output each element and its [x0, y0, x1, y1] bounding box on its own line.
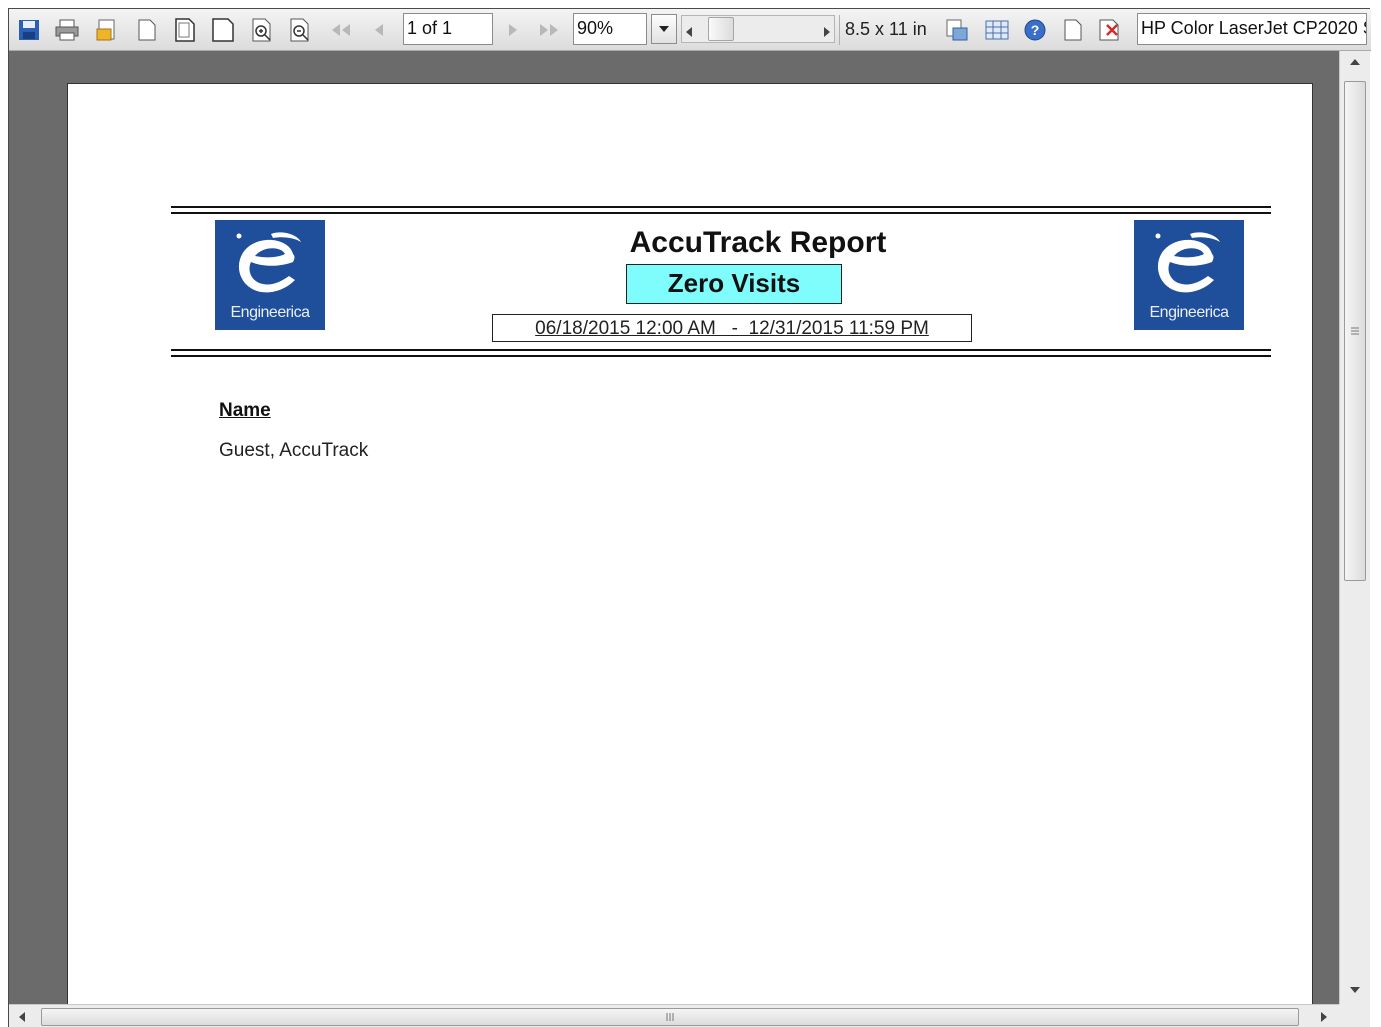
- next-page-icon[interactable]: [499, 16, 527, 44]
- engineerica-logo-left: Engineerica: [215, 220, 325, 330]
- toolbar: 1 of 1 90% 8.5 x 11 in ? HP Color LaserJ…: [9, 9, 1371, 51]
- report-viewport: Engineerica AccuTrack Report Zero Visits…: [9, 51, 1339, 1004]
- help-icon[interactable]: ?: [1021, 16, 1049, 44]
- logo-right-text: Engineerica: [1149, 304, 1230, 321]
- scroll-left-arrow-icon[interactable]: [686, 24, 692, 42]
- save-icon[interactable]: [15, 16, 43, 44]
- scroll-left-arrow-icon[interactable]: [19, 1012, 25, 1022]
- first-page-icon[interactable]: [327, 16, 355, 44]
- page-number-input[interactable]: 1 of 1: [403, 13, 493, 45]
- toolbar-separator: [839, 15, 840, 45]
- report-date-range: 06/18/2015 12:00 AM - 12/31/2015 11:59 P…: [492, 314, 972, 342]
- close-report-icon[interactable]: [1097, 16, 1125, 44]
- print-icon[interactable]: [53, 16, 81, 44]
- engineerica-logo-right: Engineerica: [1134, 220, 1244, 330]
- scrollbar-corner: [1339, 1004, 1370, 1027]
- header-rule-bottom-2: [171, 355, 1271, 357]
- previous-page-icon[interactable]: [365, 16, 393, 44]
- page-icon[interactable]: [133, 16, 161, 44]
- header-rule-bottom: [171, 349, 1271, 351]
- export-icon[interactable]: [93, 16, 121, 44]
- scroll-right-arrow-icon[interactable]: [824, 24, 830, 42]
- report-viewer-window: 1 of 1 90% 8.5 x 11 in ? HP Color LaserJ…: [8, 8, 1371, 1027]
- grip-icon: [1351, 327, 1359, 335]
- zoom-dropdown-button[interactable]: [651, 14, 677, 44]
- horizontal-scrollbar[interactable]: [9, 1004, 1339, 1027]
- column-header-name: Name: [219, 400, 271, 421]
- table-icon[interactable]: [983, 16, 1011, 44]
- svg-text:?: ?: [1031, 22, 1040, 38]
- report-page: Engineerica AccuTrack Report Zero Visits…: [67, 83, 1313, 1004]
- zoom-out-icon[interactable]: [287, 16, 315, 44]
- header-rule-top: [171, 206, 1271, 208]
- last-page-icon[interactable]: [535, 16, 563, 44]
- grip-icon: [666, 1013, 674, 1021]
- vertical-scroll-thumb[interactable]: [1344, 81, 1366, 581]
- header-rule-top-2: [171, 212, 1271, 214]
- horizontal-scroll-thumb[interactable]: [41, 1008, 1299, 1026]
- report-title: AccuTrack Report: [629, 226, 887, 259]
- report-subtitle: Zero Visits: [626, 264, 842, 304]
- page-layout-icon[interactable]: [209, 16, 237, 44]
- chevron-down-icon: [659, 26, 669, 32]
- table-row: Guest, AccuTrack: [219, 440, 369, 461]
- page-setup-icon[interactable]: [171, 16, 199, 44]
- paper-size-label[interactable]: 8.5 x 11 in: [845, 13, 927, 45]
- zoom-input[interactable]: 90%: [573, 13, 647, 45]
- logo-left-text: Engineerica: [230, 304, 311, 321]
- print-preview-icon[interactable]: [943, 16, 971, 44]
- zoom-in-icon[interactable]: [249, 16, 277, 44]
- scroll-up-arrow-icon[interactable]: [1350, 59, 1360, 65]
- toolbar-scrollbar[interactable]: [681, 15, 835, 43]
- vertical-scrollbar[interactable]: [1339, 51, 1370, 1004]
- printer-select[interactable]: HP Color LaserJet CP2020 Series: [1137, 13, 1367, 45]
- scroll-down-arrow-icon[interactable]: [1350, 987, 1360, 993]
- toolbar-scroll-thumb[interactable]: [708, 17, 734, 41]
- scroll-right-arrow-icon[interactable]: [1321, 1012, 1327, 1022]
- blank-page-icon[interactable]: [1059, 16, 1087, 44]
